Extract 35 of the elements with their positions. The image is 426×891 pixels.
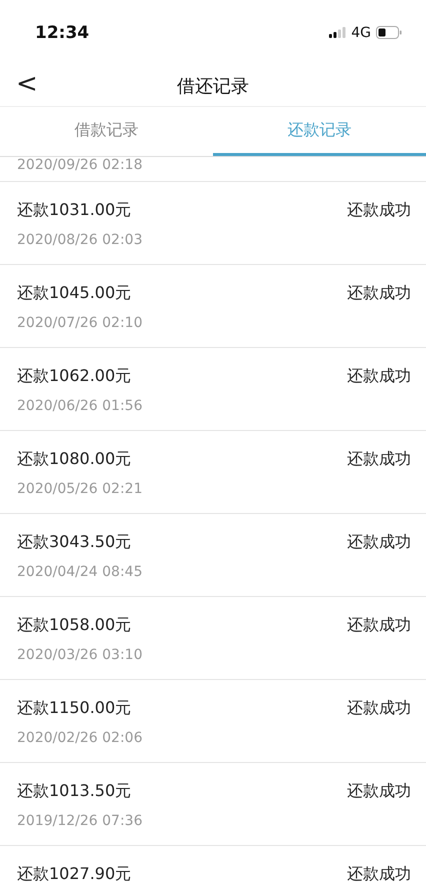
repayment-amount: 还款1045.00元: [17, 282, 132, 304]
repayment-amount: 还款1062.00元: [17, 366, 132, 386]
repayment-date: 2020/05/26 02:21: [17, 481, 144, 497]
repayment-status: 还款成功: [347, 614, 411, 636]
repayment-amount: 还款3043.50元: [17, 532, 132, 552]
repayment-date: 2020/07/26 02:10: [17, 315, 144, 331]
repayment-date: 2020/02/26 02:06: [17, 730, 144, 746]
clock-time: 12:34: [35, 22, 90, 42]
repayment-status: 还款成功: [347, 698, 411, 718]
repayment-amount: 还款1013.50元: [17, 780, 132, 802]
tab[interactable]: 借款记录: [0, 107, 213, 156]
repayment-status: 还款成功: [347, 780, 411, 802]
repayment-date: 2020/06/26 01:56: [17, 398, 144, 414]
page-title: 借还记录: [177, 74, 249, 98]
battery-icon: [376, 26, 402, 39]
repayment-status: 还款成功: [347, 200, 411, 220]
repayment-status: 还款成功: [347, 532, 411, 552]
repayment-date: 2020/04/24 08:45: [17, 564, 144, 580]
repayment-status: 还款成功: [347, 282, 411, 304]
repayment-date: 2020/03/26 03:10: [17, 647, 144, 663]
repayment-status: 还款成功: [347, 366, 411, 386]
signal-icon: [329, 27, 346, 38]
repayment-status: 还款成功: [347, 448, 411, 470]
repayment-amount: 还款1080.00元: [17, 448, 132, 470]
repayment-amount: 还款1031.00元: [17, 200, 132, 220]
repayment-amount: 还款1058.00元: [17, 614, 132, 636]
repayment-amount: 还款1150.00元: [17, 698, 132, 718]
repayment-date: 2020/09/26 02:18: [17, 157, 144, 173]
repayment-date: 2020/08/26 02:03: [17, 232, 144, 248]
tab[interactable]: 还款记录: [213, 107, 426, 156]
repayment-status: 还款成功: [347, 864, 411, 884]
repayment-date: 2019/12/26 07:36: [17, 813, 144, 829]
repayment-amount: 还款1027.90元: [17, 864, 132, 884]
network-label: 4G: [351, 24, 371, 40]
back-button[interactable]: <: [10, 67, 44, 101]
